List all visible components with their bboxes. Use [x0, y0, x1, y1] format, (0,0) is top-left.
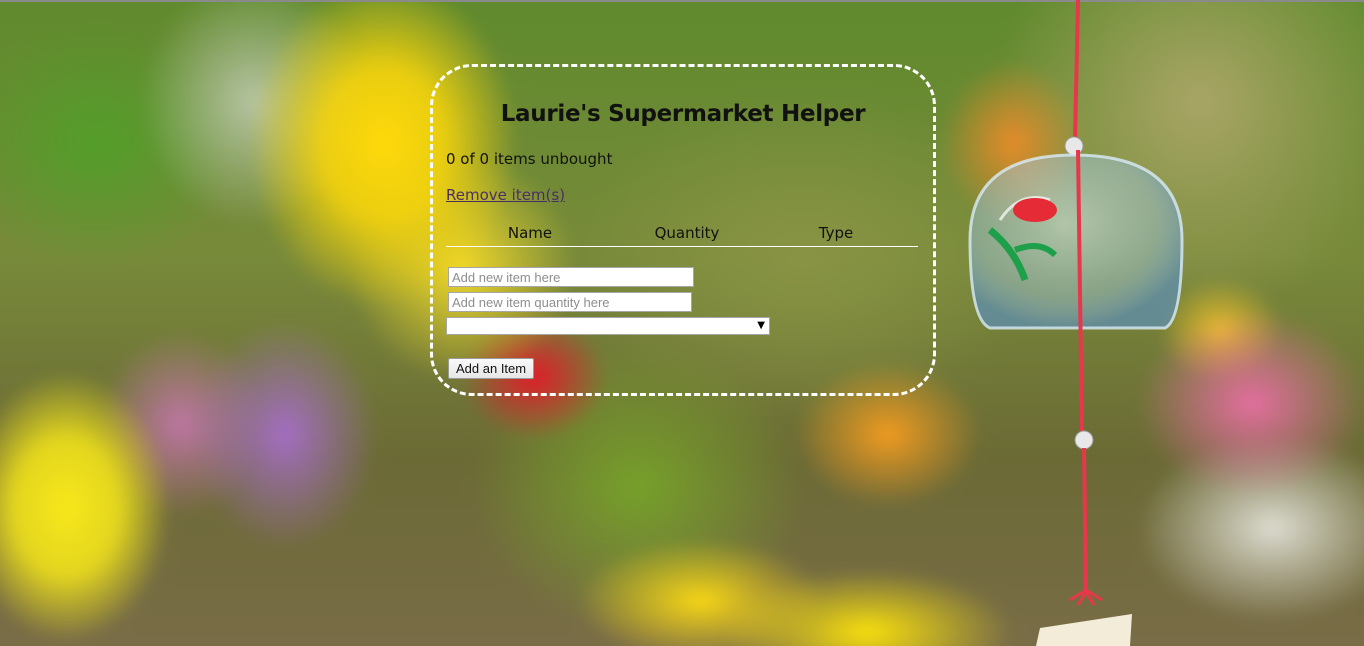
- wind-chime-decoration: [968, 0, 1184, 646]
- page-title: Laurie's Supermarket Helper: [500, 101, 866, 127]
- new-item-quantity-input[interactable]: [448, 292, 692, 312]
- items-table-header: Name Quantity Type: [446, 222, 918, 247]
- helper-card: Laurie's Supermarket Helper 0 of 0 items…: [430, 64, 936, 396]
- column-header-name: Name: [507, 224, 553, 242]
- item-type-select[interactable]: ▼: [446, 317, 770, 335]
- column-header-type: Type: [818, 224, 854, 242]
- chevron-down-icon: ▼: [757, 320, 765, 331]
- new-item-name-input[interactable]: [448, 267, 694, 287]
- remove-items-link[interactable]: Remove item(s): [446, 186, 565, 204]
- unbought-count-status: 0 of 0 items unbought: [446, 150, 613, 168]
- column-header-quantity: Quantity: [654, 224, 720, 242]
- add-item-button[interactable]: Add an Item: [448, 358, 535, 379]
